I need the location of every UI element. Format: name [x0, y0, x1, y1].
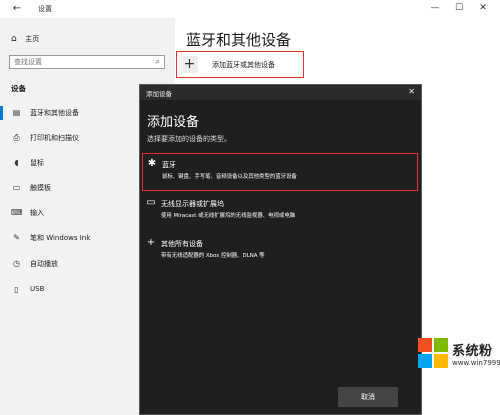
logo-tile	[434, 354, 448, 368]
close-icon[interactable]: ✕	[476, 2, 490, 15]
active-indicator	[0, 106, 3, 120]
option-everything-else[interactable]: + 其他所有设备 带有无线适配器的 Xbox 控制器、DLNA 等	[142, 233, 418, 271]
usb-icon: ▯	[14, 285, 19, 294]
windows-logo-icon	[418, 338, 448, 368]
autoplay-icon: ◷	[13, 259, 20, 268]
watermark-url: www.win7999.com	[452, 359, 500, 367]
touchpad-icon: ▭	[12, 183, 21, 192]
sidebar-item-label: 输入	[30, 209, 44, 217]
sidebar-item-label: 打印机和扫描仪	[30, 134, 79, 142]
add-device-dialog: 添加设备 ✕ 添加设备 选择要添加的设备的类型。 ✱ 蓝牙 鼠标、键盘、手写笔、…	[139, 84, 422, 415]
sidebar-item-label: USB	[30, 285, 45, 293]
home-link[interactable]: ⌂ 主页	[11, 34, 39, 44]
watermark-brand: 系统粉	[452, 344, 493, 359]
option-description: 使用 Miracast 或无线扩展坞的无线监视器、电视或电脑	[161, 213, 296, 219]
option-description: 鼠标、键盘、手写笔、音频设备以及其他类型的蓝牙设备	[162, 174, 297, 180]
bluetooth-icon: ✱	[147, 158, 157, 169]
option-title: 无线显示器或扩展坞	[161, 200, 224, 208]
option-wireless-display[interactable]: ▭ 无线显示器或扩展坞 使用 Miracast 或无线扩展坞的无线监视器、电视或…	[142, 193, 418, 231]
cancel-button[interactable]: 取消	[338, 387, 398, 407]
add-device-label: 添加蓝牙或其他设备	[212, 61, 275, 69]
search-icon[interactable]: ⌕	[156, 57, 160, 67]
minimize-icon[interactable]: —	[428, 2, 442, 15]
printer-icon: ⎙	[13, 133, 20, 142]
dialog-subtitle: 选择要添加的设备的类型。	[147, 135, 231, 143]
option-description: 带有无线适配器的 Xbox 控制器、DLNA 等	[161, 253, 265, 259]
option-title: 其他所有设备	[161, 240, 203, 248]
dialog-close-icon[interactable]: ✕	[408, 87, 415, 96]
mouse-icon: ◖	[14, 158, 19, 167]
option-title: 蓝牙	[162, 161, 176, 169]
plus-icon: +	[146, 237, 156, 248]
devices-icon: ▤	[12, 108, 21, 117]
home-label: 主页	[25, 35, 40, 43]
keyboard-icon: ⌨	[11, 208, 23, 217]
dialog-title-bar: 添加设备 ✕	[140, 85, 421, 100]
logo-tile	[418, 354, 432, 368]
pen-icon: ✎	[13, 233, 20, 242]
add-device-button[interactable]: + 添加蓝牙或其他设备	[176, 51, 304, 78]
plus-icon: +	[181, 56, 198, 73]
sidebar-item-label: 鼠标	[30, 159, 44, 167]
maximize-icon[interactable]: ☐	[452, 2, 466, 15]
logo-tile	[434, 338, 448, 352]
option-bluetooth[interactable]: ✱ 蓝牙 鼠标、键盘、手写笔、音频设备以及其他类型的蓝牙设备	[142, 153, 418, 191]
page-title: 蓝牙和其他设备	[186, 31, 292, 49]
dialog-window-title: 添加设备	[146, 90, 172, 98]
sidebar-item-label: 笔和 Windows Ink	[30, 234, 91, 242]
window-title: 设置	[38, 5, 52, 13]
logo-tile	[418, 338, 432, 352]
search-input[interactable]	[14, 57, 139, 67]
home-icon: ⌂	[11, 34, 17, 44]
back-arrow-icon[interactable]: ←	[11, 3, 23, 15]
sidebar-item-label: 蓝牙和其他设备	[30, 109, 79, 117]
dialog-heading: 添加设备	[147, 115, 200, 130]
title-bar: ← 设置 — ☐ ✕	[0, 0, 500, 18]
monitor-icon: ▭	[146, 197, 156, 208]
section-title: 设备	[11, 84, 26, 93]
search-box[interactable]: ⌕	[9, 55, 165, 69]
sidebar-item-label: 自动播放	[30, 260, 58, 268]
sidebar-item-label: 触摸板	[30, 184, 51, 192]
